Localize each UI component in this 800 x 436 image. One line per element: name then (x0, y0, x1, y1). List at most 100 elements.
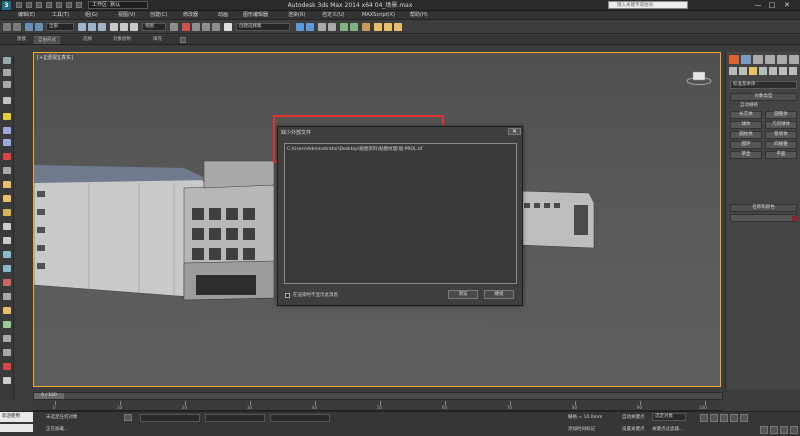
teapot-button[interactable]: 茶壶 (730, 151, 762, 159)
z-coordinate-field[interactable] (270, 414, 330, 422)
layer-manager-icon[interactable] (318, 23, 326, 31)
helpers-icon[interactable] (769, 67, 777, 75)
tool-icon-10[interactable] (3, 181, 11, 188)
new-file-icon[interactable] (16, 2, 22, 8)
play-icon[interactable] (720, 414, 728, 422)
key-filters-button[interactable]: 关键点过滤器... (652, 426, 683, 432)
tool-icon-18[interactable] (3, 293, 11, 300)
undo-icon[interactable] (3, 23, 11, 31)
hold-icon[interactable] (66, 2, 72, 8)
snaps-toggle-icon[interactable] (182, 23, 190, 31)
torus-button[interactable]: 圆环 (730, 141, 762, 149)
close-button[interactable]: ✕ (781, 1, 793, 10)
continue-button[interactable]: 继续 (484, 290, 514, 299)
save-file-icon[interactable] (36, 2, 42, 8)
tool-icon-15[interactable] (3, 251, 11, 258)
edit-named-selection-icon[interactable] (224, 23, 232, 31)
cone-button[interactable]: 圆锥体 (765, 111, 797, 119)
autogrid-label[interactable]: 自动栅格 (740, 102, 758, 108)
tab-freeform[interactable]: 自由形式 (34, 36, 60, 44)
app-logo-icon[interactable]: 3 (2, 1, 11, 10)
sphere-button[interactable]: 球体 (730, 121, 762, 129)
graphite-toggle-icon[interactable] (328, 23, 336, 31)
menu-modifiers[interactable]: 修改器 (183, 11, 198, 20)
menu-help[interactable]: 帮助(H) (410, 11, 428, 20)
x-coordinate-field[interactable] (140, 414, 200, 422)
pyramid-button[interactable]: 四棱锥 (765, 141, 797, 149)
tool-icon-14[interactable] (3, 237, 11, 244)
tool-icon-8[interactable] (3, 153, 11, 160)
dont-show-checkbox[interactable] (285, 293, 290, 298)
percent-snap-icon[interactable] (202, 23, 210, 31)
named-selection-dropdown[interactable]: 创建选择集 (236, 23, 290, 31)
zoom-icon[interactable] (760, 426, 768, 434)
lights-icon[interactable] (749, 67, 757, 75)
tool-icon-22[interactable] (3, 349, 11, 356)
viewport-label[interactable]: [+][透视][真实] (37, 54, 73, 61)
tool-icon-17[interactable] (3, 279, 11, 286)
redo-icon[interactable] (13, 23, 21, 31)
move-icon[interactable] (110, 23, 118, 31)
pan-icon[interactable] (780, 426, 788, 434)
box-button[interactable]: 长方体 (730, 111, 762, 119)
angle-snap-icon[interactable] (192, 23, 200, 31)
tab-object-paint[interactable]: 对象绘制 (110, 36, 134, 44)
modify-tab-icon[interactable] (741, 55, 751, 64)
scale-icon[interactable] (130, 23, 138, 31)
lock-selection-icon[interactable] (124, 414, 132, 421)
object-category-dropdown[interactable]: 标准基本体 (730, 81, 797, 89)
tab-populate[interactable]: 填充 (150, 36, 165, 44)
menu-views[interactable]: 视图(V) (118, 11, 135, 20)
tool-icon-12[interactable] (3, 209, 11, 216)
track-bar[interactable]: 0 10 20 30 40 50 60 70 80 90 100 (33, 401, 723, 411)
spinner-snap-icon[interactable] (212, 23, 220, 31)
add-time-tag-label[interactable]: 添加时间标记 (568, 426, 595, 432)
tool-icon-24[interactable] (3, 377, 11, 384)
tool-icon-6[interactable] (3, 127, 11, 134)
pivot-icon[interactable] (170, 23, 178, 31)
tab-modeling[interactable]: 建模 (14, 36, 29, 44)
tool-icon-9[interactable] (3, 167, 11, 174)
utilities-tab-icon[interactable] (789, 55, 799, 64)
name-color-header[interactable]: 名称和颜色 (730, 204, 797, 212)
tool-icon-13[interactable] (3, 223, 11, 230)
select-by-name-icon[interactable] (88, 23, 96, 31)
reference-coordinate-dropdown[interactable]: 视图 (142, 23, 166, 31)
menu-customize[interactable]: 自定义(U) (322, 11, 345, 20)
menu-animation[interactable]: 动画 (218, 11, 228, 20)
object-color-swatch[interactable] (792, 216, 797, 221)
selection-filter-dropdown[interactable]: 全部 (46, 23, 74, 31)
tool-icon-16[interactable] (3, 265, 11, 272)
rendered-frame-window-icon[interactable] (384, 23, 392, 31)
maxscript-listener-mini[interactable]: 欢迎使用 MaxSc (0, 412, 33, 429)
open-file-icon[interactable] (26, 2, 32, 8)
hierarchy-tab-icon[interactable] (753, 55, 763, 64)
tool-icon-5[interactable] (3, 113, 11, 120)
rectangular-selection-icon[interactable] (98, 23, 106, 31)
maxscript-input[interactable] (0, 424, 33, 432)
schematic-view-icon[interactable] (350, 23, 358, 31)
time-slider-track[interactable]: 0 / 100 (33, 392, 723, 400)
motion-tab-icon[interactable] (765, 55, 775, 64)
tool-icon-20[interactable] (3, 321, 11, 328)
tool-icon-4[interactable] (3, 97, 11, 104)
rotate-icon[interactable] (120, 23, 128, 31)
workspace-dropdown[interactable]: 工作区: 默认 (88, 1, 148, 9)
create-tab-icon[interactable] (729, 55, 739, 64)
curve-editor-icon[interactable] (340, 23, 348, 31)
geosphere-button[interactable]: 几何球体 (765, 121, 797, 129)
auto-key-button[interactable]: 自动关键点 (622, 414, 645, 420)
mirror-icon[interactable] (296, 23, 304, 31)
render-setup-icon[interactable] (374, 23, 382, 31)
tool-icon-7[interactable] (3, 139, 11, 146)
cylinder-button[interactable]: 圆柱体 (730, 131, 762, 139)
dialog-close-button[interactable]: ✕ (508, 128, 521, 135)
systems-icon[interactable] (789, 67, 797, 75)
time-slider[interactable]: 0 / 100 (34, 393, 64, 399)
align-icon[interactable] (306, 23, 314, 31)
key-filter-dropdown[interactable]: 选定对象 (652, 413, 686, 421)
menu-edit[interactable]: 编辑(E) (18, 11, 35, 20)
spacewarps-icon[interactable] (779, 67, 787, 75)
minimize-button[interactable]: — (752, 1, 764, 10)
tool-icon-23[interactable] (3, 363, 11, 370)
